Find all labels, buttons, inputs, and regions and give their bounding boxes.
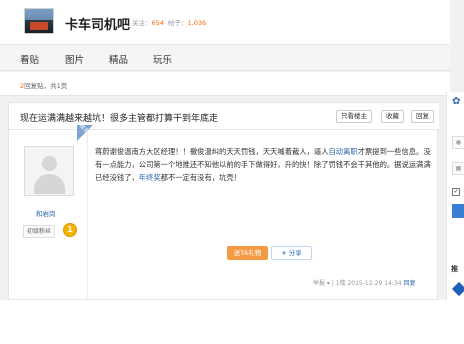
plus-icon: + — [281, 249, 287, 257]
rank-level-badge: 1 — [63, 223, 77, 237]
username-field[interactable]: ● — [452, 136, 464, 149]
post-link-year-end-bonus[interactable]: 年终奖 — [139, 173, 161, 182]
follow-count: 654 — [151, 19, 164, 27]
post-meta: 举报 ▾ | 1楼 2015-12-29 14:34 回复 — [313, 278, 416, 287]
thread-title: 现在运满满越来越坑！很多主管都打算干到年底走 — [20, 114, 219, 124]
rank-label: 初级粉丝 — [23, 225, 56, 238]
recommend-heading: 推 — [451, 265, 458, 273]
password-field[interactable]: ■ — [452, 162, 464, 175]
only-op-button[interactable]: 只看楼主 — [336, 110, 372, 123]
share-button[interactable]: + 分享 — [271, 246, 312, 260]
reply-summary-text: 回复贴，共1页 — [24, 82, 68, 90]
share-label: 分享 — [288, 249, 302, 257]
post-text-1: 蒋蔚谢俊温南方大区经理！！撒俊温纠的天天罚钱，天天喊着裁人，逼人 — [95, 147, 329, 156]
thread-card: 现在运满满越来越坑！很多主管都打算干到年底走 只看楼主 收藏 回复 和岩岗 初级… — [8, 102, 439, 300]
follow-label: 关注： — [132, 19, 152, 27]
thread-header: 现在运满满越来越坑！很多主管都打算干到年底走 只看楼主 收藏 回复 — [9, 103, 439, 130]
send-gift-button[interactable]: 送TA礼物 — [227, 246, 268, 260]
reply-summary: 2回复贴，共1页 — [20, 80, 67, 90]
author-name[interactable]: 和岩岗 — [36, 208, 56, 218]
divider — [87, 131, 88, 300]
author-panel: 和岩岗 初级粉丝 1 — [9, 131, 87, 300]
forum-header: 卡车司机吧 关注：654 帖子：1,036 — [0, 0, 450, 44]
login-button[interactable] — [452, 204, 464, 218]
right-sidebar: ✿ ● ■ ✓ 推 — [446, 92, 464, 300]
forum-title[interactable]: 卡车司机吧 — [65, 14, 130, 33]
tab-featured[interactable]: 精品 — [109, 52, 128, 66]
post-content: 蒋蔚谢俊温南方大区经理！！撒俊温纠的天天罚钱，天天喊着裁人，逼人自动离职才票提到… — [95, 145, 435, 184]
app-diamond-icon[interactable] — [451, 281, 464, 297]
tab-posts[interactable]: 看贴 — [20, 52, 39, 66]
forum-stats: 关注：654 帖子：1,036 — [132, 17, 206, 27]
post-text-3: 都不一定有没有，坑壳！ — [160, 173, 241, 182]
tab-images[interactable]: 图片 — [65, 52, 84, 66]
remember-checkbox[interactable]: ✓ — [452, 188, 460, 196]
avatar[interactable] — [24, 146, 74, 196]
tab-fun[interactable]: 玩乐 — [153, 52, 172, 66]
posts-label: 帖子： — [168, 19, 188, 27]
post-meta-text: 举报 ▾ | 1楼 2015-12-29 14:34 — [313, 280, 402, 287]
favorite-button[interactable]: 收藏 — [381, 110, 404, 123]
posts-count: 1,036 — [187, 19, 207, 27]
post-reply-link[interactable]: 回复 — [403, 280, 415, 287]
forum-logo[interactable] — [24, 8, 54, 34]
reply-button[interactable]: 回复 — [411, 110, 434, 123]
paw-icon: ✿ — [452, 96, 461, 107]
forum-nav: 看贴 图片 精品 玩乐 — [0, 44, 450, 71]
reply-summary-bar: 2回复贴，共1页 — [0, 72, 450, 96]
post-link-auto-resign[interactable]: 自动离职 — [329, 147, 358, 156]
